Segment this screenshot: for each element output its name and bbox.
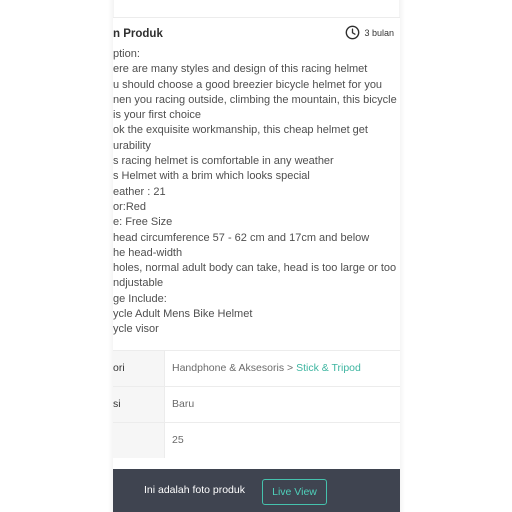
category-label: ori bbox=[113, 362, 125, 374]
description-line: ok the exquisite workmanship, this cheap… bbox=[113, 124, 368, 137]
description-line: nen you racing outside, climbing the mou… bbox=[113, 93, 397, 106]
description-line: holes, normal adult body can take, head … bbox=[113, 262, 397, 275]
description-line: eather : 21 bbox=[113, 185, 166, 198]
description-line: e: Free Size bbox=[113, 216, 173, 229]
post-age: 3 bulan bbox=[345, 25, 394, 40]
product-info-table: ori Handphone & Aksesoris > Stick & Trip… bbox=[113, 350, 400, 458]
description-line: ere are many styles and design of this r… bbox=[113, 63, 368, 76]
condition-value: Baru bbox=[172, 398, 195, 410]
info-row-category: ori Handphone & Aksesoris > Stick & Trip… bbox=[113, 350, 400, 386]
section-title: n Produk bbox=[113, 28, 163, 40]
description-line: he head-width bbox=[113, 246, 183, 259]
description-line: ndjustable bbox=[113, 277, 164, 290]
category-separator: > bbox=[287, 362, 294, 374]
description-line: ge Include: bbox=[113, 292, 167, 305]
clock-icon bbox=[345, 25, 360, 40]
info-row-weight: 25 bbox=[113, 422, 400, 458]
divider bbox=[113, 17, 400, 18]
info-label-cell: ori bbox=[113, 351, 165, 386]
description-line: urability bbox=[113, 139, 151, 152]
photo-caption: Ini adalah foto produk bbox=[144, 484, 245, 496]
description-line: head circumference 57 - 62 cm and 17cm a… bbox=[113, 231, 370, 244]
photo-bottom-bar: Ini adalah foto produk Live View bbox=[113, 469, 400, 512]
weight-value: 25 bbox=[172, 434, 184, 446]
description-line: ycle visor bbox=[113, 323, 159, 336]
info-label-cell bbox=[113, 423, 165, 458]
category-link[interactable]: Stick & Tripod bbox=[296, 362, 361, 374]
post-age-text: 3 bulan bbox=[364, 27, 394, 38]
info-value-cell: 25 bbox=[165, 423, 400, 458]
description-line: is your first choice bbox=[113, 109, 202, 122]
description-line: s Helmet with a brim which looks special bbox=[113, 170, 310, 183]
product-description: ption: ere are many styles and design of … bbox=[113, 47, 400, 338]
description-header: n Produk 3 bulan bbox=[113, 25, 400, 47]
category-path: Handphone & Aksesoris bbox=[172, 362, 285, 374]
category-value: Handphone & Aksesoris > Stick & Tripod bbox=[172, 351, 361, 386]
info-row-condition: si Baru bbox=[113, 386, 400, 422]
description-line: ycle Adult Mens Bike Helmet bbox=[113, 308, 253, 321]
info-label-cell: si bbox=[113, 387, 165, 422]
info-value-cell: Handphone & Aksesoris > Stick & Tripod bbox=[165, 351, 400, 386]
condition-label: si bbox=[113, 398, 121, 410]
info-value-cell: Baru bbox=[165, 387, 400, 422]
description-line: ption: bbox=[113, 48, 140, 60]
description-line: s racing helmet is comfortable in any we… bbox=[113, 155, 334, 168]
live-view-button[interactable]: Live View bbox=[262, 479, 327, 505]
description-line: u should choose a good breezier bicycle … bbox=[113, 78, 383, 91]
description-line: or:Red bbox=[113, 200, 147, 213]
